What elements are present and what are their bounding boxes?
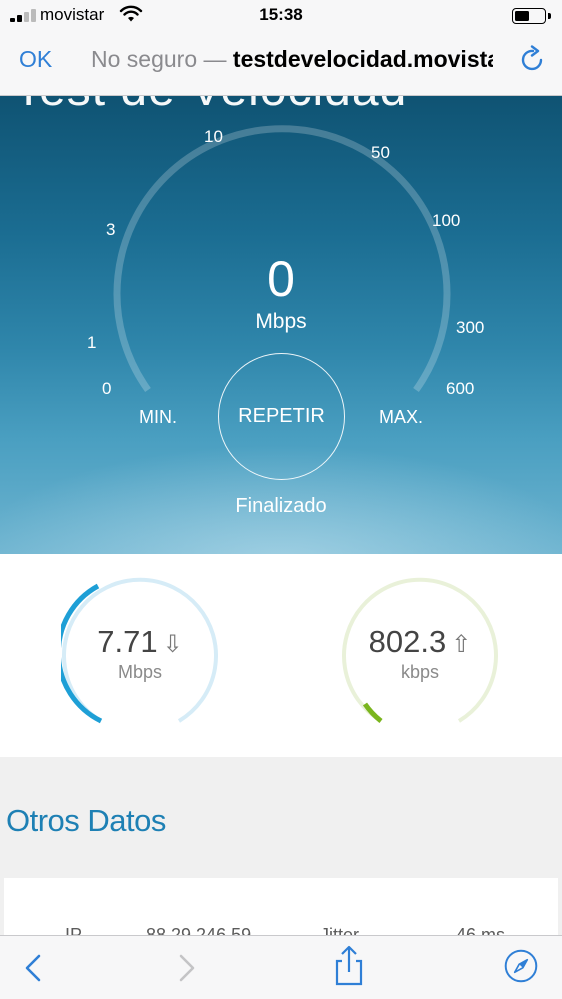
gauge-min-label: MIN. [139,407,177,427]
forward-icon[interactable] [166,950,206,986]
upload-result: 802.3 ⇧ kbps [341,576,499,728]
gauge-tick: 10 [204,127,223,146]
gauge-tick: 100 [432,211,461,230]
battery-icon [512,8,551,24]
download-result: 7.71 ⇩ Mbps [61,576,219,728]
speed-test-panel: Test de Velocidad 0 1 3 10 50 100 300 60… [0,96,562,554]
back-icon[interactable] [14,950,54,986]
arrow-up-icon: ⇧ [451,631,472,658]
gauge-max-label: MAX. [379,407,424,427]
browser-toolbar [0,935,562,999]
share-icon[interactable] [329,944,369,988]
test-status: Finalizado [235,495,327,517]
other-data-section: Otros Datos IP 88.29.246.59 Jitter 46 ms [0,757,562,958]
section-title: Otros Datos [6,803,166,838]
current-speed-unit: Mbps [255,310,307,333]
gauge-tick: 50 [371,143,390,162]
upload-unit: kbps [400,662,440,682]
arrow-down-icon: ⇩ [162,631,183,658]
gauge-tick: 3 [106,220,116,239]
security-status: No seguro [91,46,198,72]
browser-top-bar: OK No seguro — testdevelocidad.movistar.… [0,30,562,96]
ok-button[interactable]: OK [19,46,52,73]
reload-icon[interactable] [519,45,547,75]
status-bar: movistar 15:38 [0,0,562,30]
clock: 15:38 [259,5,303,24]
gauge-tick: 1 [87,333,97,352]
gauge-tick: 600 [446,379,475,398]
address-bar[interactable]: No seguro — testdevelocidad.movistar.es [91,46,493,73]
url-domain: testdevelocidad.movistar.es [232,46,493,72]
compass-icon[interactable] [501,948,541,984]
repeat-test-button[interactable]: REPETIR [218,353,345,480]
download-unit: Mbps [117,662,162,682]
gauge-tick: 0 [102,379,112,398]
results-panel: 7.71 ⇩ Mbps 802.3 ⇧ kbps [0,554,562,757]
download-value: 7.71 [97,624,158,659]
upload-value: 802.3 [368,624,447,659]
current-speed-value: 0 [267,251,295,307]
url-separator: — [197,46,233,72]
